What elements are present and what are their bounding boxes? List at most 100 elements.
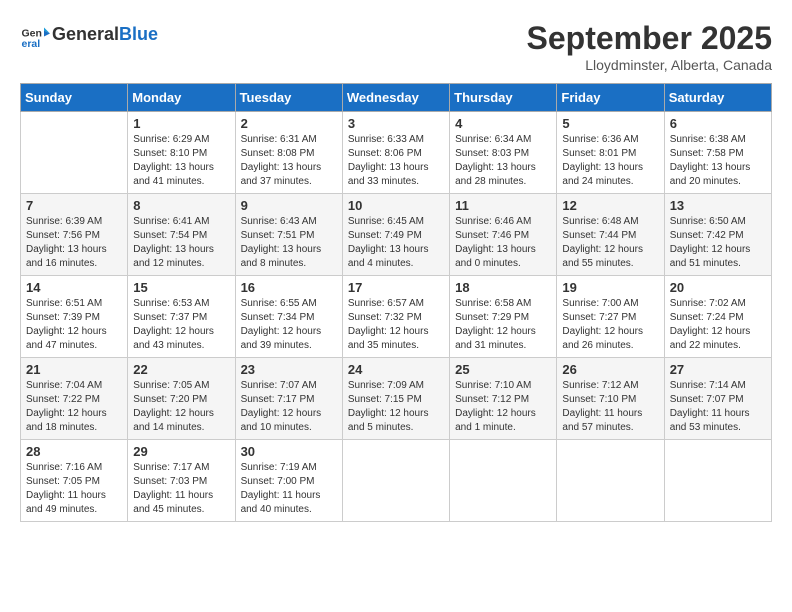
calendar-cell: 25 Sunrise: 7:10 AM Sunset: 7:12 PM Dayli… (450, 358, 557, 440)
day-number: 26 (562, 362, 658, 377)
day-number: 13 (670, 198, 766, 213)
day-info: Sunrise: 6:58 AM Sunset: 7:29 PM Dayligh… (455, 297, 551, 353)
calendar-cell (450, 440, 557, 522)
day-number: 11 (455, 198, 551, 213)
calendar-week-row: 21 Sunrise: 7:04 AM Sunset: 7:22 PM Dayli… (21, 358, 772, 440)
day-info: Sunrise: 7:09 AM Sunset: 7:15 PM Dayligh… (348, 379, 444, 435)
day-number: 28 (26, 444, 122, 459)
day-of-week-header: Sunday (21, 84, 128, 112)
calendar-cell: 5 Sunrise: 6:36 AM Sunset: 8:01 PM Daylig… (557, 112, 664, 194)
calendar-cell: 14 Sunrise: 6:51 AM Sunset: 7:39 PM Dayli… (21, 276, 128, 358)
day-info: Sunrise: 7:07 AM Sunset: 7:17 PM Dayligh… (241, 379, 337, 435)
day-info: Sunrise: 7:04 AM Sunset: 7:22 PM Dayligh… (26, 379, 122, 435)
day-number: 20 (670, 280, 766, 295)
location: Lloydminster, Alberta, Canada (527, 57, 772, 73)
day-info: Sunrise: 6:48 AM Sunset: 7:44 PM Dayligh… (562, 215, 658, 271)
calendar-header: SundayMondayTuesdayWednesdayThursdayFrid… (21, 84, 772, 112)
calendar-cell: 7Sunrise: 6:39 AM Sunset: 7:56 PM Daylig… (21, 194, 128, 276)
calendar-cell (664, 440, 771, 522)
day-info: Sunrise: 6:38 AM Sunset: 7:58 PM Dayligh… (670, 133, 766, 189)
day-of-week-header: Wednesday (342, 84, 449, 112)
calendar-cell: 20 Sunrise: 7:02 AM Sunset: 7:24 PM Dayli… (664, 276, 771, 358)
day-info: Sunrise: 6:34 AM Sunset: 8:03 PM Dayligh… (455, 133, 551, 189)
calendar-cell: 6 Sunrise: 6:38 AM Sunset: 7:58 PM Daylig… (664, 112, 771, 194)
logo: Gen eral GeneralBlue (20, 20, 158, 50)
day-info: Sunrise: 7:17 AM Sunset: 7:03 PM Dayligh… (133, 461, 229, 517)
logo-text: GeneralBlue (52, 24, 158, 46)
month-title: September 2025 (527, 20, 772, 57)
calendar-cell: 9 Sunrise: 6:43 AM Sunset: 7:51 PM Daylig… (235, 194, 342, 276)
calendar-cell: 13 Sunrise: 6:50 AM Sunset: 7:42 PM Dayli… (664, 194, 771, 276)
day-number: 29 (133, 444, 229, 459)
day-number: 5 (562, 116, 658, 131)
day-of-week-header: Saturday (664, 84, 771, 112)
calendar-cell: 3 Sunrise: 6:33 AM Sunset: 8:06 PM Daylig… (342, 112, 449, 194)
day-info: Sunrise: 7:14 AM Sunset: 7:07 PM Dayligh… (670, 379, 766, 435)
day-number: 2 (241, 116, 337, 131)
day-info: Sunrise: 6:46 AM Sunset: 7:46 PM Dayligh… (455, 215, 551, 271)
day-number: 17 (348, 280, 444, 295)
calendar-cell (557, 440, 664, 522)
calendar-cell: 30Sunrise: 7:19 AM Sunset: 7:00 PM Dayli… (235, 440, 342, 522)
calendar-week-row: 14 Sunrise: 6:51 AM Sunset: 7:39 PM Dayli… (21, 276, 772, 358)
day-info: Sunrise: 7:00 AM Sunset: 7:27 PM Dayligh… (562, 297, 658, 353)
day-info: Sunrise: 7:10 AM Sunset: 7:12 PM Dayligh… (455, 379, 551, 435)
day-number: 15 (133, 280, 229, 295)
calendar-cell: 19Sunrise: 7:00 AM Sunset: 7:27 PM Dayli… (557, 276, 664, 358)
calendar-cell: 15 Sunrise: 6:53 AM Sunset: 7:37 PM Dayli… (128, 276, 235, 358)
day-number: 4 (455, 116, 551, 131)
day-number: 27 (670, 362, 766, 377)
day-number: 1 (133, 116, 229, 131)
calendar-cell: 28Sunrise: 7:16 AM Sunset: 7:05 PM Dayli… (21, 440, 128, 522)
day-info: Sunrise: 6:39 AM Sunset: 7:56 PM Dayligh… (26, 215, 122, 271)
day-info: Sunrise: 6:31 AM Sunset: 8:08 PM Dayligh… (241, 133, 337, 189)
calendar-cell: 16 Sunrise: 6:55 AM Sunset: 7:34 PM Dayli… (235, 276, 342, 358)
day-number: 14 (26, 280, 122, 295)
calendar-cell: 22 Sunrise: 7:05 AM Sunset: 7:20 PM Dayli… (128, 358, 235, 440)
day-number: 30 (241, 444, 337, 459)
day-info: Sunrise: 6:41 AM Sunset: 7:54 PM Dayligh… (133, 215, 229, 271)
day-number: 3 (348, 116, 444, 131)
day-number: 16 (241, 280, 337, 295)
day-number: 9 (241, 198, 337, 213)
day-info: Sunrise: 6:57 AM Sunset: 7:32 PM Dayligh… (348, 297, 444, 353)
calendar-week-row: 7Sunrise: 6:39 AM Sunset: 7:56 PM Daylig… (21, 194, 772, 276)
calendar-week-row: 1Sunrise: 6:29 AM Sunset: 8:10 PM Daylig… (21, 112, 772, 194)
day-number: 6 (670, 116, 766, 131)
logo-icon: Gen eral (20, 20, 50, 50)
page-header: Gen eral GeneralBlue September 2025 Lloy… (20, 20, 772, 73)
calendar-cell: 4 Sunrise: 6:34 AM Sunset: 8:03 PM Daylig… (450, 112, 557, 194)
day-info: Sunrise: 6:53 AM Sunset: 7:37 PM Dayligh… (133, 297, 229, 353)
day-info: Sunrise: 6:55 AM Sunset: 7:34 PM Dayligh… (241, 297, 337, 353)
day-number: 22 (133, 362, 229, 377)
day-info: Sunrise: 6:43 AM Sunset: 7:51 PM Dayligh… (241, 215, 337, 271)
day-number: 8 (133, 198, 229, 213)
calendar-cell: 18 Sunrise: 6:58 AM Sunset: 7:29 PM Dayli… (450, 276, 557, 358)
day-number: 25 (455, 362, 551, 377)
calendar-cell: 11 Sunrise: 6:46 AM Sunset: 7:46 PM Dayli… (450, 194, 557, 276)
day-number: 23 (241, 362, 337, 377)
day-info: Sunrise: 6:33 AM Sunset: 8:06 PM Dayligh… (348, 133, 444, 189)
calendar-cell (21, 112, 128, 194)
calendar-cell: 29 Sunrise: 7:17 AM Sunset: 7:03 PM Dayli… (128, 440, 235, 522)
day-of-week-header: Friday (557, 84, 664, 112)
calendar-cell: 10Sunrise: 6:45 AM Sunset: 7:49 PM Dayli… (342, 194, 449, 276)
day-info: Sunrise: 6:36 AM Sunset: 8:01 PM Dayligh… (562, 133, 658, 189)
day-info: Sunrise: 6:45 AM Sunset: 7:49 PM Dayligh… (348, 215, 444, 271)
header-row: SundayMondayTuesdayWednesdayThursdayFrid… (21, 84, 772, 112)
day-number: 18 (455, 280, 551, 295)
day-of-week-header: Monday (128, 84, 235, 112)
calendar-cell: 12Sunrise: 6:48 AM Sunset: 7:44 PM Dayli… (557, 194, 664, 276)
day-info: Sunrise: 6:50 AM Sunset: 7:42 PM Dayligh… (670, 215, 766, 271)
day-info: Sunrise: 7:02 AM Sunset: 7:24 PM Dayligh… (670, 297, 766, 353)
day-info: Sunrise: 7:05 AM Sunset: 7:20 PM Dayligh… (133, 379, 229, 435)
calendar-cell: 26Sunrise: 7:12 AM Sunset: 7:10 PM Dayli… (557, 358, 664, 440)
calendar-table: SundayMondayTuesdayWednesdayThursdayFrid… (20, 83, 772, 522)
day-info: Sunrise: 6:51 AM Sunset: 7:39 PM Dayligh… (26, 297, 122, 353)
day-number: 21 (26, 362, 122, 377)
svg-text:eral: eral (22, 38, 41, 50)
calendar-week-row: 28Sunrise: 7:16 AM Sunset: 7:05 PM Dayli… (21, 440, 772, 522)
day-of-week-header: Thursday (450, 84, 557, 112)
calendar-cell: 17 Sunrise: 6:57 AM Sunset: 7:32 PM Dayli… (342, 276, 449, 358)
calendar-cell: 1Sunrise: 6:29 AM Sunset: 8:10 PM Daylig… (128, 112, 235, 194)
